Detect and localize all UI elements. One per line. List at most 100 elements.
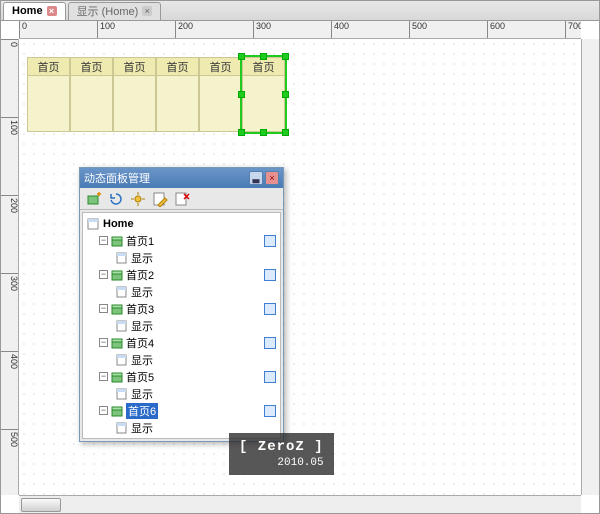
widget-header: 首页 [243, 58, 284, 76]
dynamic-panel-widget[interactable]: 首页 [156, 57, 199, 132]
tree-node[interactable]: − 首页6 [83, 402, 280, 419]
duplicate-icon[interactable] [264, 235, 276, 247]
tree-node-label: 首页5 [126, 369, 154, 385]
dynamic-panel-widget[interactable]: 首页 [242, 57, 285, 132]
widget-header: 首页 [200, 58, 241, 76]
tree-node[interactable]: − 首页5 [83, 368, 280, 385]
dynamic-panel-widget[interactable]: 首页 [199, 57, 242, 132]
ruler-tick: 400 [331, 21, 349, 39]
dynamic-panel-widget[interactable]: 首页 [70, 57, 113, 132]
scrollbar-horizontal[interactable] [19, 495, 581, 513]
tab-label: 显示 (Home) [77, 3, 139, 19]
ruler-tick: 0 [1, 39, 19, 47]
tree-child-label: 显示 [131, 386, 153, 402]
resize-handle[interactable] [282, 129, 289, 136]
watermark-name: [ ZeroZ ] [239, 439, 324, 455]
ruler-tick: 300 [1, 273, 19, 291]
duplicate-icon[interactable] [264, 405, 276, 417]
state-icon [115, 388, 129, 400]
panel-toolbar [80, 188, 283, 210]
panel-icon [110, 303, 124, 315]
refresh-icon[interactable] [108, 191, 124, 207]
tree-child[interactable]: 显示 [83, 249, 280, 266]
design-canvas[interactable]: 首页首页首页首页首页首页 动态面板管理 ▃ × Home −首页1显示−首页2显… [19, 39, 581, 495]
tree-child-label: 显示 [131, 420, 153, 436]
resize-handle[interactable] [282, 53, 289, 60]
dynamic-panel-widget[interactable]: 首页 [27, 57, 70, 132]
tree-child[interactable]: 显示 [83, 283, 280, 300]
scroll-thumb[interactable] [21, 498, 61, 512]
widget-header: 首页 [114, 58, 155, 76]
close-icon[interactable]: × [142, 6, 152, 16]
collapse-icon[interactable]: − [99, 304, 108, 313]
resize-handle[interactable] [260, 53, 267, 60]
ruler-tick: 0 [19, 21, 27, 39]
resize-handle[interactable] [282, 91, 289, 98]
tree-child-label: 显示 [131, 284, 153, 300]
settings-icon[interactable] [130, 191, 146, 207]
ruler-tick: 500 [409, 21, 427, 39]
page-icon [87, 218, 101, 230]
collapse-icon[interactable]: − [99, 406, 108, 415]
duplicate-icon[interactable] [264, 337, 276, 349]
tab-label: Home [12, 5, 43, 17]
tree-child-label: 显示 [131, 318, 153, 334]
tree-root[interactable]: Home [83, 215, 280, 232]
panel-icon [110, 371, 124, 383]
tree-child[interactable]: 显示 [83, 317, 280, 334]
watermark: [ ZeroZ ] 2010.05 [229, 433, 334, 475]
resize-handle[interactable] [238, 53, 245, 60]
edit-icon[interactable] [152, 191, 168, 207]
minimize-icon[interactable]: ▃ [249, 171, 263, 185]
duplicate-icon[interactable] [264, 303, 276, 315]
resize-handle[interactable] [238, 129, 245, 136]
ruler-tick: 700 [565, 21, 581, 39]
ruler-tick: 400 [1, 351, 19, 369]
tree-child[interactable]: 显示 [83, 351, 280, 368]
duplicate-icon[interactable] [264, 371, 276, 383]
tab-home[interactable]: Home × [3, 2, 66, 20]
ruler-tick: 300 [253, 21, 271, 39]
state-icon [115, 422, 129, 434]
widget-header: 首页 [157, 58, 198, 76]
watermark-date: 2010.05 [239, 457, 324, 469]
tree-node[interactable]: − 首页1 [83, 232, 280, 249]
ruler-tick: 100 [97, 21, 115, 39]
ruler-tick: 600 [487, 21, 505, 39]
tree-node[interactable]: − 首页4 [83, 334, 280, 351]
collapse-icon[interactable]: − [99, 372, 108, 381]
tree-node-label: 首页1 [126, 233, 154, 249]
resize-handle[interactable] [260, 129, 267, 136]
state-icon [115, 320, 129, 332]
tab-display[interactable]: 显示 (Home) × [68, 2, 162, 20]
tree-node-label: 首页3 [126, 301, 154, 317]
tree-node-label: 首页4 [126, 335, 154, 351]
collapse-icon[interactable]: − [99, 338, 108, 347]
resize-handle[interactable] [238, 91, 245, 98]
close-icon[interactable]: × [47, 6, 57, 16]
add-panel-icon[interactable] [86, 191, 102, 207]
tree-child-label: 显示 [131, 250, 153, 266]
collapse-icon[interactable]: − [99, 236, 108, 245]
ruler-tick: 200 [175, 21, 193, 39]
ruler-tick: 200 [1, 195, 19, 213]
tree-child-label: 显示 [131, 352, 153, 368]
tree-root-label: Home [103, 218, 134, 230]
panel-title-text: 动态面板管理 [84, 170, 150, 186]
widget-header: 首页 [71, 58, 112, 76]
tree-node[interactable]: − 首页3 [83, 300, 280, 317]
collapse-icon[interactable]: − [99, 270, 108, 279]
state-icon [115, 286, 129, 298]
close-icon[interactable]: × [265, 171, 279, 185]
tree-node-label: 首页2 [126, 267, 154, 283]
tree-node[interactable]: − 首页2 [83, 266, 280, 283]
widget-header: 首页 [28, 58, 69, 76]
delete-icon[interactable] [174, 191, 190, 207]
dynamic-panel-manager: 动态面板管理 ▃ × Home −首页1显示−首页2显示−首页3显示−首页4显示… [79, 167, 284, 442]
panel-titlebar[interactable]: 动态面板管理 ▃ × [80, 168, 283, 188]
tree-child[interactable]: 显示 [83, 385, 280, 402]
tree-node-label: 首页6 [126, 403, 158, 419]
dynamic-panel-widget[interactable]: 首页 [113, 57, 156, 132]
duplicate-icon[interactable] [264, 269, 276, 281]
panel-icon [110, 235, 124, 247]
